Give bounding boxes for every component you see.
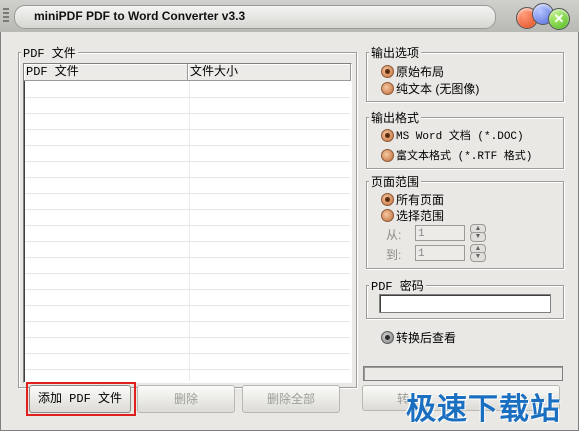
from-page-input[interactable]: 1 [415,225,465,241]
list-row-line [25,321,350,322]
to-page-input[interactable]: 1 [415,245,465,261]
list-row-line [25,337,350,338]
file-list-header: PDF 文件 文件大小 [24,64,351,81]
output-options-title: 输出选项 [369,44,422,61]
pdf-password-title: PDF 密码 [369,277,426,294]
select-range-label[interactable]: 选择范围 [396,207,444,224]
list-row-line [25,145,350,146]
watermark-logo: 极速下载站 [406,392,561,427]
list-row-line [25,113,350,114]
list-row-line [25,97,350,98]
page-range-title: 页面范围 [369,173,422,190]
to-spin-down-icon[interactable]: ▼ [470,252,486,262]
list-row-line [25,193,350,194]
column-header-pdf-file[interactable]: PDF 文件 [24,64,188,80]
list-row-line [25,305,350,306]
doc-format-label[interactable]: MS Word 文档 (*.DOC) [396,127,524,143]
list-row-line [25,369,350,370]
list-row-line [25,353,350,354]
window-title: miniPDF PDF to Word Converter v3.3 [34,9,246,23]
delete-button[interactable]: 删除 [137,385,235,413]
close-icon: ✕ [553,11,565,26]
to-label: 到: [386,248,402,262]
select-range-radio[interactable] [381,209,394,222]
view-after-convert-label[interactable]: 转换后查看 [396,329,456,346]
progress-bar [363,366,563,381]
view-after-convert-checkbox[interactable] [381,331,394,344]
all-pages-label[interactable]: 所有页面 [396,191,444,208]
list-row-line [25,257,350,258]
output-format-title: 输出格式 [369,109,422,126]
list-row-line [25,273,350,274]
plain-text-radio[interactable] [381,82,394,95]
delete-all-button[interactable]: 删除全部 [242,385,340,413]
column-header-file-size[interactable]: 文件大小 [188,64,351,80]
from-spin-down-icon[interactable]: ▼ [470,232,486,242]
list-row-line [25,177,350,178]
rtf-format-radio[interactable] [381,149,394,162]
file-list[interactable]: PDF 文件 文件大小 [23,63,352,383]
pdf-password-input[interactable] [379,294,551,313]
list-row-line [25,225,350,226]
plain-text-label[interactable]: 纯文本 (无图像) [396,80,479,97]
doc-format-radio[interactable] [381,129,394,142]
original-layout-label[interactable]: 原始布局 [396,63,444,80]
rtf-format-label[interactable]: 富文本格式 (*.RTF 格式) [396,147,532,163]
grip-icon [2,6,10,26]
add-pdf-button[interactable]: 添加 PDF 文件 [29,385,131,413]
column-divider [189,81,190,381]
list-row-line [25,241,350,242]
list-row-line [25,289,350,290]
list-row-line [25,129,350,130]
close-button[interactable]: ✕ [548,8,570,30]
original-layout-radio[interactable] [381,65,394,78]
list-row-line [25,161,350,162]
list-row-line [25,209,350,210]
pdf-files-group-title: PDF 文件 [21,44,78,61]
from-label: 从: [386,228,402,242]
all-pages-radio[interactable] [381,193,394,206]
